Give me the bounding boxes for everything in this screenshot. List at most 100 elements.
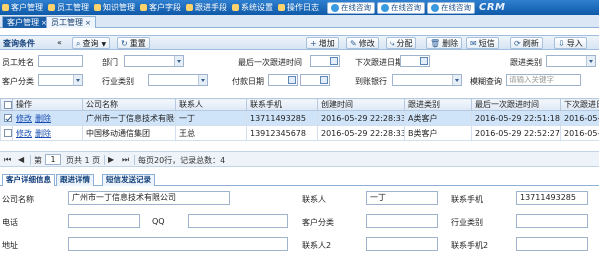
gear-icon: [232, 4, 239, 11]
company-name-field[interactable]: 广州市一丁信息技术有限公司: [68, 191, 230, 205]
qq-field[interactable]: [188, 214, 288, 228]
column-header-company[interactable]: 公司名称: [82, 98, 176, 111]
fuzzy-query-label: 模糊查询: [470, 77, 502, 86]
payment-date-end-input[interactable]: [300, 74, 330, 86]
next-followup-date-input[interactable]: [400, 55, 430, 67]
mobile-label: 联系手机: [451, 195, 483, 204]
bank-label: 到账银行: [355, 77, 387, 86]
add-button[interactable]: + 增加: [306, 37, 339, 49]
chevron-down-icon: [174, 56, 183, 66]
contact-field[interactable]: 一丁: [366, 191, 438, 205]
tab-employee-management[interactable]: 员工管理 ×: [46, 16, 96, 28]
tab-followup-detail[interactable]: 跟进详情: [56, 174, 94, 186]
row-edit-link[interactable]: 修改: [16, 129, 32, 138]
grid-header-row: 操作 公司名称 联系人 联系手机 创建时间 跟进类别 最后一次跟进时间 下次跟进…: [0, 98, 599, 111]
edit-button[interactable]: ✎ 修改: [346, 37, 379, 49]
calendar-icon[interactable]: [288, 76, 296, 84]
select-all-header[interactable]: [0, 98, 13, 111]
employee-name-input[interactable]: [38, 55, 83, 67]
query-button-label: 查询: [82, 39, 99, 48]
edit-button-label: 修改: [358, 39, 375, 48]
contact2-field[interactable]: [366, 237, 438, 251]
reset-button[interactable]: ↻ 重置: [117, 37, 150, 49]
column-header-last-followup[interactable]: 最后一次跟进时间: [471, 98, 561, 111]
close-icon[interactable]: ×: [85, 19, 91, 27]
assign-button[interactable]: ⤷ 分配: [386, 37, 417, 49]
fuzzy-query-input[interactable]: 请输入关键字: [506, 74, 581, 86]
address-field[interactable]: [68, 237, 288, 251]
first-page-icon[interactable]: ⏮: [4, 155, 11, 165]
tab-customer-management[interactable]: 客户管理 ×: [2, 16, 52, 28]
nav-followup-methods[interactable]: 跟进手段: [186, 2, 227, 13]
bank-select[interactable]: [392, 74, 462, 86]
page-number-input[interactable]: 1: [45, 154, 61, 165]
company-name-label: 公司名称: [2, 195, 34, 204]
column-header-created[interactable]: 创建时间: [317, 98, 405, 111]
table-row[interactable]: 修改 删除 中国移动通信集团 王总 13912345678 2016-05-29 …: [0, 125, 599, 141]
row-edit-link[interactable]: 修改: [16, 114, 32, 123]
nav-customer-fields[interactable]: 客户字段: [140, 2, 181, 13]
next-followup-label: 下次跟进日期: [355, 58, 403, 67]
column-header-next-followup[interactable]: 下次跟进日: [560, 98, 599, 111]
cell-mobile: 13912345678: [246, 125, 318, 141]
online-consult-button-2[interactable]: 在线咨询: [377, 1, 425, 14]
import-button[interactable]: ⇩ 导入: [554, 37, 587, 49]
department-select[interactable]: [124, 55, 184, 67]
column-header-contact[interactable]: 联系人: [175, 98, 247, 111]
query-button[interactable]: ⌕ 查询 ▼: [72, 37, 111, 49]
tab-sms-records[interactable]: 短信发送记录: [102, 174, 155, 186]
online-consult-button-3[interactable]: 在线咨询: [427, 1, 475, 14]
nav-employee-management[interactable]: 员工管理: [48, 2, 89, 13]
nav-operation-log[interactable]: 操作日志: [278, 2, 319, 13]
followup-type-select[interactable]: [546, 55, 596, 67]
cell-last-followup: 2016-05-29 22:51:18: [471, 110, 561, 126]
chevron-down-icon: ▼: [101, 41, 107, 48]
knowledge-icon: [94, 4, 101, 11]
last-followup-date-input[interactable]: [310, 55, 340, 67]
column-header-type[interactable]: 跟进类别: [404, 98, 472, 111]
industry-field[interactable]: [516, 214, 588, 228]
online-consult-button-1[interactable]: 在线咨询: [327, 1, 375, 14]
industry-select[interactable]: [148, 74, 208, 86]
payment-date-label: 付款日期: [232, 77, 264, 86]
mobile-field[interactable]: 13711493285: [516, 191, 588, 205]
collapse-button[interactable]: «: [55, 37, 64, 49]
consult-label: 在线咨询: [441, 3, 471, 12]
nav-label: 系统设置: [241, 3, 273, 12]
select-all-checkbox[interactable]: [4, 100, 12, 109]
last-page-icon[interactable]: ⏭: [122, 155, 129, 165]
row-checkbox[interactable]: [4, 114, 12, 122]
row-delete-link[interactable]: 删除: [35, 114, 51, 123]
row-checkbox[interactable]: [4, 129, 12, 137]
calendar-icon[interactable]: [420, 57, 428, 65]
payment-date-input[interactable]: [268, 74, 298, 86]
cell-mobile: 13711493285: [246, 110, 318, 126]
customer-class-field[interactable]: [366, 214, 438, 228]
refresh-button[interactable]: ⟳ 刷新: [510, 37, 543, 49]
nav-knowledge-management[interactable]: 知识管理: [94, 2, 135, 13]
total-pages-label: 页共 1 页: [66, 156, 101, 165]
nav-system-settings[interactable]: 系统设置: [232, 2, 273, 13]
address-label: 地址: [2, 241, 18, 250]
tab-label: 客户管理: [7, 18, 39, 27]
assign-icon: ⤷: [390, 39, 395, 48]
next-page-icon[interactable]: ▶: [108, 155, 114, 164]
customer-class-select[interactable]: [38, 74, 83, 86]
reset-button-label: 重置: [129, 39, 146, 48]
chat-icon: [431, 3, 439, 12]
page-tabs: 客户管理 × 员工管理 ×: [0, 15, 599, 28]
mobile2-field[interactable]: [516, 237, 588, 251]
phone-field[interactable]: [68, 214, 140, 228]
column-header-mobile[interactable]: 联系手机: [246, 98, 318, 111]
sms-button[interactable]: ✉ 短信: [466, 37, 499, 49]
prev-page-icon[interactable]: ◀: [18, 155, 24, 164]
delete-button[interactable]: 🗑 删除: [426, 37, 463, 49]
tab-customer-detail[interactable]: 客户详细信息: [2, 174, 55, 186]
calendar-icon[interactable]: [320, 76, 328, 84]
customer-class-label: 客户分类: [302, 218, 334, 227]
calendar-icon[interactable]: [330, 57, 338, 65]
edit-icon: ✎: [350, 39, 357, 48]
row-delete-link[interactable]: 删除: [35, 129, 51, 138]
nav-customer-management[interactable]: 客户管理: [2, 2, 43, 13]
table-row[interactable]: 修改 删除 广州市一丁信息技术有限公 一丁 13711493285 2016-05…: [0, 110, 599, 126]
